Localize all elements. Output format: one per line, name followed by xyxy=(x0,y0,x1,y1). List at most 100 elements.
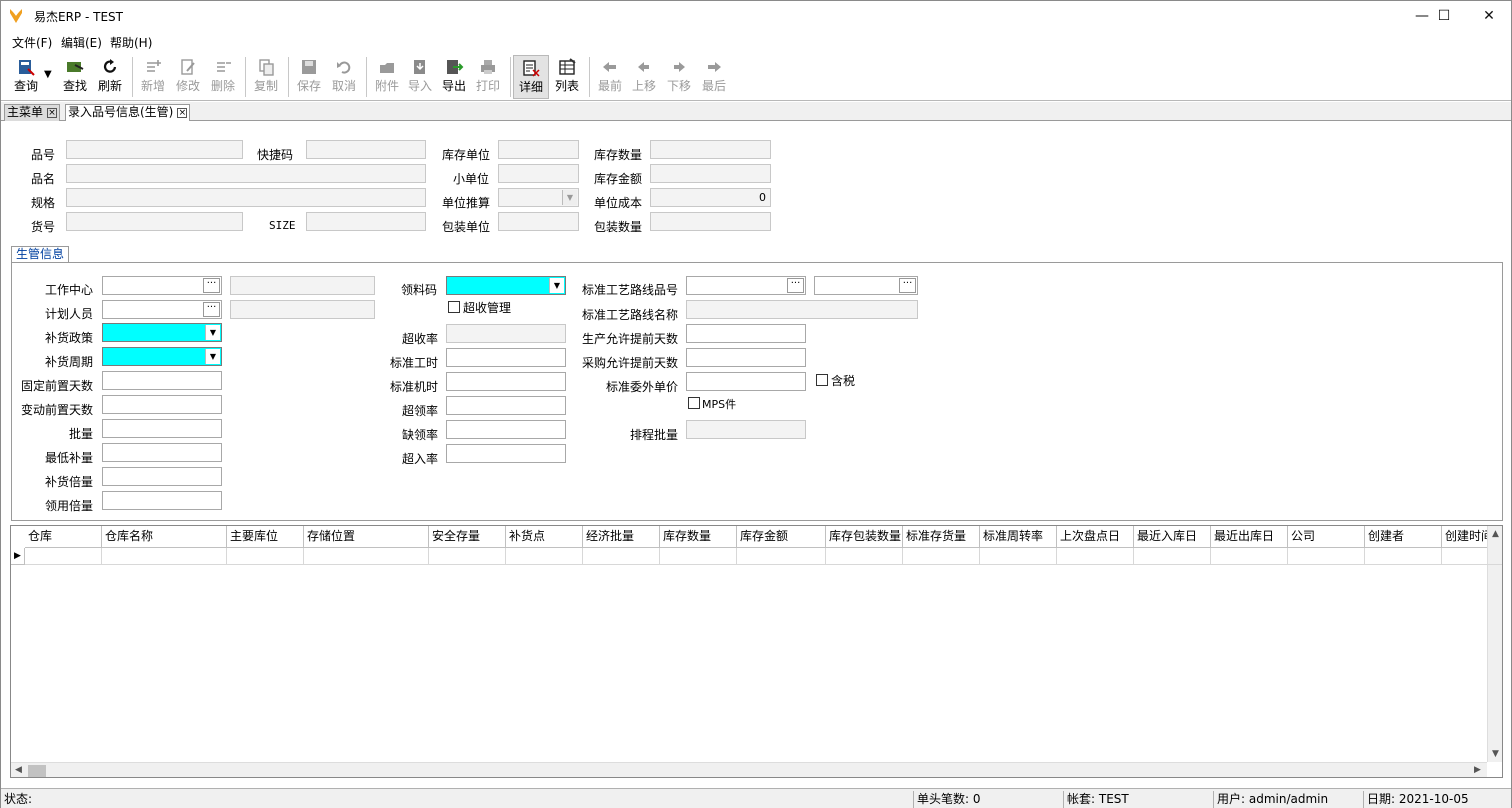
grid-cell[interactable] xyxy=(737,548,826,565)
cancel-button[interactable]: 取消 xyxy=(326,55,362,99)
grid-cell[interactable] xyxy=(903,548,980,565)
grid-column-header[interactable]: 上次盘点日 xyxy=(1057,526,1134,548)
outsource-price-field[interactable] xyxy=(686,372,806,391)
grid-column-header[interactable]: 标准存货量 xyxy=(903,526,980,548)
refresh-button[interactable]: 刷新 xyxy=(92,55,128,99)
grid-column-header[interactable]: 最近入库日 xyxy=(1134,526,1211,548)
unit-cost-field[interactable]: 0 xyxy=(650,188,771,207)
over-receipt-checkbox[interactable] xyxy=(448,301,460,313)
warehouse-grid[interactable]: 仓库 仓库名称 主要库位 存储位置 安全存量 补货点 经济批量 库存数量 库存金额 库存包装数量标… xyxy=(10,525,1503,778)
grid-column-header[interactable]: 仓库 xyxy=(25,526,102,548)
grid-cell[interactable] xyxy=(227,548,304,565)
ellipsis-icon[interactable]: ··· xyxy=(203,302,220,317)
horizontal-scrollbar[interactable]: ◀ ▶ xyxy=(11,762,1487,777)
print-button[interactable]: 打印 xyxy=(470,55,506,99)
replenish-multiple-field[interactable] xyxy=(102,467,222,486)
tax-incl-checkbox[interactable] xyxy=(816,374,828,386)
planner-field[interactable]: ··· xyxy=(102,300,222,319)
grid-column-header[interactable]: 存储位置 xyxy=(304,526,429,548)
grid-cell[interactable] xyxy=(1442,548,1502,565)
grid-column-header[interactable]: 库存包装数量 xyxy=(826,526,903,548)
grid-cell[interactable] xyxy=(304,548,429,565)
grid-column-header[interactable]: 标准周转率 xyxy=(980,526,1057,548)
stock-qty-field[interactable] xyxy=(650,140,771,159)
grid-cell[interactable] xyxy=(980,548,1057,565)
spec-field[interactable] xyxy=(66,188,426,207)
stock-amount-field[interactable] xyxy=(650,164,771,183)
route-version-field[interactable]: ··· xyxy=(814,276,918,295)
work-center-field[interactable]: ··· xyxy=(102,276,222,295)
quick-code-field[interactable] xyxy=(306,140,426,159)
scroll-left-icon[interactable]: ◀ xyxy=(15,765,22,775)
grid-cell[interactable] xyxy=(826,548,903,565)
grid-cell[interactable] xyxy=(1288,548,1365,565)
ellipsis-icon[interactable]: ··· xyxy=(203,278,220,293)
close-tab-icon[interactable]: × xyxy=(47,108,58,118)
close-tab-icon[interactable]: × xyxy=(177,108,188,118)
grid-column-header[interactable]: 库存金额 xyxy=(737,526,826,548)
route-no-field[interactable]: ··· xyxy=(686,276,806,295)
purch-allow-days-field[interactable] xyxy=(686,348,806,367)
grid-column-header[interactable]: 经济批量 xyxy=(583,526,660,548)
tab-main-menu[interactable]: 主菜单 × xyxy=(4,104,61,121)
delete-button[interactable]: 删除 xyxy=(205,55,241,99)
menu-help[interactable]: 帮助(H) xyxy=(110,34,152,51)
grid-column-header[interactable]: 安全存量 xyxy=(429,526,506,548)
pack-unit-field[interactable] xyxy=(498,212,579,231)
maximize-button[interactable]: ☐ xyxy=(1421,1,1467,31)
ellipsis-icon[interactable]: ··· xyxy=(787,278,804,293)
grid-cell[interactable] xyxy=(102,548,227,565)
last-record-button[interactable]: 最后 xyxy=(696,55,732,99)
unit-calc-select[interactable]: ▼ xyxy=(498,188,579,207)
ellipsis-icon[interactable]: ··· xyxy=(899,278,916,293)
grid-cell[interactable] xyxy=(506,548,583,565)
scroll-right-icon[interactable]: ▶ xyxy=(1474,765,1481,775)
over-issue-rate-field[interactable] xyxy=(446,396,566,415)
issue-code-select[interactable]: ▼ xyxy=(446,276,566,295)
over-receipt-rate-field[interactable] xyxy=(446,324,566,343)
grid-column-header[interactable]: 仓库名称 xyxy=(102,526,227,548)
scroll-thumb[interactable] xyxy=(28,765,46,777)
prod-allow-days-field[interactable] xyxy=(686,324,806,343)
grid-cell[interactable] xyxy=(660,548,737,565)
schedule-batch-field[interactable] xyxy=(686,420,806,439)
small-unit-field[interactable] xyxy=(498,164,579,183)
close-button[interactable]: ✕ xyxy=(1466,1,1512,31)
tab-item-entry[interactable]: 录入品号信息(生管) × xyxy=(65,104,191,121)
grid-column-header[interactable]: 公司 xyxy=(1288,526,1365,548)
grid-column-header[interactable]: 主要库位 xyxy=(227,526,304,548)
scroll-down-icon[interactable]: ▼ xyxy=(1492,749,1499,759)
tab-production-info[interactable]: 生管信息 xyxy=(11,246,70,263)
fixed-lead-field[interactable] xyxy=(102,371,222,390)
menu-edit[interactable]: 编辑(E) xyxy=(61,34,102,51)
grid-cell[interactable] xyxy=(25,548,102,565)
list-view-button[interactable]: 列表 xyxy=(549,55,585,99)
grid-cell[interactable] xyxy=(429,548,506,565)
size-field[interactable] xyxy=(306,212,426,231)
std-machine-hours-field[interactable] xyxy=(446,372,566,391)
issue-multiple-field[interactable] xyxy=(102,491,222,510)
copy-button[interactable]: 复制 xyxy=(248,55,284,99)
grid-column-header[interactable]: 创建者 xyxy=(1365,526,1442,548)
name-field[interactable] xyxy=(66,164,426,183)
grid-cell[interactable] xyxy=(1211,548,1288,565)
menu-file[interactable]: 文件(F) xyxy=(12,34,52,51)
replenish-cycle-select[interactable]: ▼ xyxy=(102,347,222,366)
pack-qty-field[interactable] xyxy=(650,212,771,231)
query-button[interactable]: 查询 xyxy=(6,55,46,99)
std-labor-hours-field[interactable] xyxy=(446,348,566,367)
batch-field[interactable] xyxy=(102,419,222,438)
grid-cell[interactable] xyxy=(583,548,660,565)
replenish-policy-select[interactable]: ▼ xyxy=(102,323,222,342)
scroll-up-icon[interactable]: ▲ xyxy=(1492,529,1499,539)
grid-column-header[interactable]: 补货点 xyxy=(506,526,583,548)
mps-checkbox[interactable] xyxy=(688,397,700,409)
item-no-field[interactable] xyxy=(66,140,243,159)
goods-no-field[interactable] xyxy=(66,212,243,231)
min-replenish-field[interactable] xyxy=(102,443,222,462)
grid-cell[interactable] xyxy=(1057,548,1134,565)
grid-column-header[interactable]: 最近出库日 xyxy=(1211,526,1288,548)
short-issue-rate-field[interactable] xyxy=(446,420,566,439)
grid-column-header[interactable]: 库存数量 xyxy=(660,526,737,548)
stock-unit-field[interactable] xyxy=(498,140,579,159)
